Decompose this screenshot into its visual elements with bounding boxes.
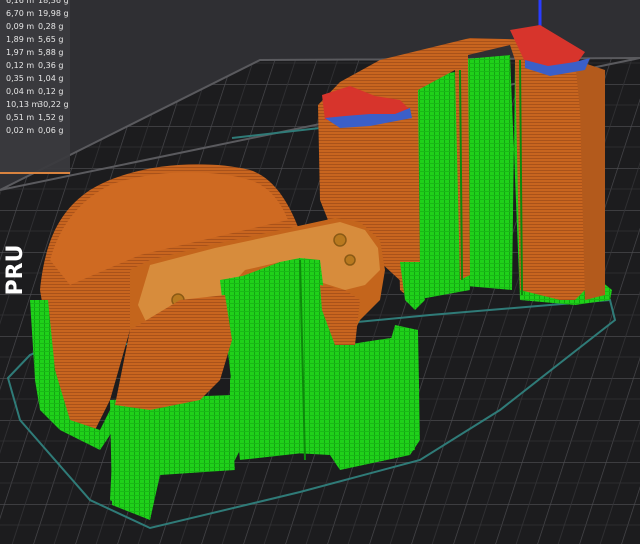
stat-weight: 1,52 g — [38, 113, 64, 122]
screw-boss — [344, 254, 356, 266]
stat-length: 0,35 m — [6, 74, 35, 83]
stat-row: 6,16 m 18,36 g — [0, 0, 70, 7]
stat-weight: 0,12 g — [38, 87, 64, 96]
stat-weight: 0,28 g — [38, 22, 64, 31]
extrusion-stats-panel: 6,16 m 18,36 g 6,70 m 19,98 g 0,09 m 0,28 g 1,… — [0, 0, 70, 174]
stat-row: 1,97 m 5,88 g — [0, 46, 70, 59]
stat-row: 1,89 m 5,65 g — [0, 33, 70, 46]
stat-row: 10,13 m 30,22 g — [0, 98, 70, 111]
scene-canvas[interactable]: PRU — [0, 0, 640, 544]
stat-length: 6,70 m — [6, 9, 35, 18]
stat-row: 0,12 m 0,36 g — [0, 59, 70, 72]
stat-length: 0,02 m — [6, 126, 35, 135]
stat-row: 0,04 m 0,12 g — [0, 85, 70, 98]
stat-length: 6,16 m — [6, 0, 35, 5]
stat-length: 0,09 m — [6, 22, 35, 31]
bed-logo: PRU — [3, 245, 28, 296]
stat-row: 0,51 m 1,52 g — [0, 111, 70, 124]
stat-row: 6,70 m 19,98 g — [0, 7, 70, 20]
stat-weight: 1,04 g — [38, 74, 64, 83]
support-left-right — [345, 335, 415, 460]
stat-weight: 18,36 g — [38, 0, 69, 5]
stat-length: 1,89 m — [6, 35, 35, 44]
stat-weight: 30,22 g — [38, 100, 69, 109]
stat-row: 0,09 m 0,28 g — [0, 20, 70, 33]
stat-weight: 0,06 g — [38, 126, 64, 135]
screw-boss — [333, 233, 347, 247]
stat-row: 0,02 m 0,06 g — [0, 124, 70, 137]
stat-length: 0,51 m — [6, 113, 35, 122]
stat-length: 0,12 m — [6, 61, 35, 70]
stat-weight: 5,65 g — [38, 35, 64, 44]
stat-weight: 0,36 g — [38, 61, 64, 70]
stat-length: 10,13 m — [6, 100, 40, 109]
stat-weight: 5,88 g — [38, 48, 64, 57]
stat-length: 0,04 m — [6, 87, 35, 96]
3d-viewport[interactable]: PRU 6,16 m 18,36 g 6,70 m 19,98 g 0,09 m 0,28… — [0, 0, 640, 544]
stat-row: 0,35 m 1,04 g — [0, 72, 70, 85]
stat-length: 1,97 m — [6, 48, 35, 57]
stat-weight: 19,98 g — [38, 9, 69, 18]
